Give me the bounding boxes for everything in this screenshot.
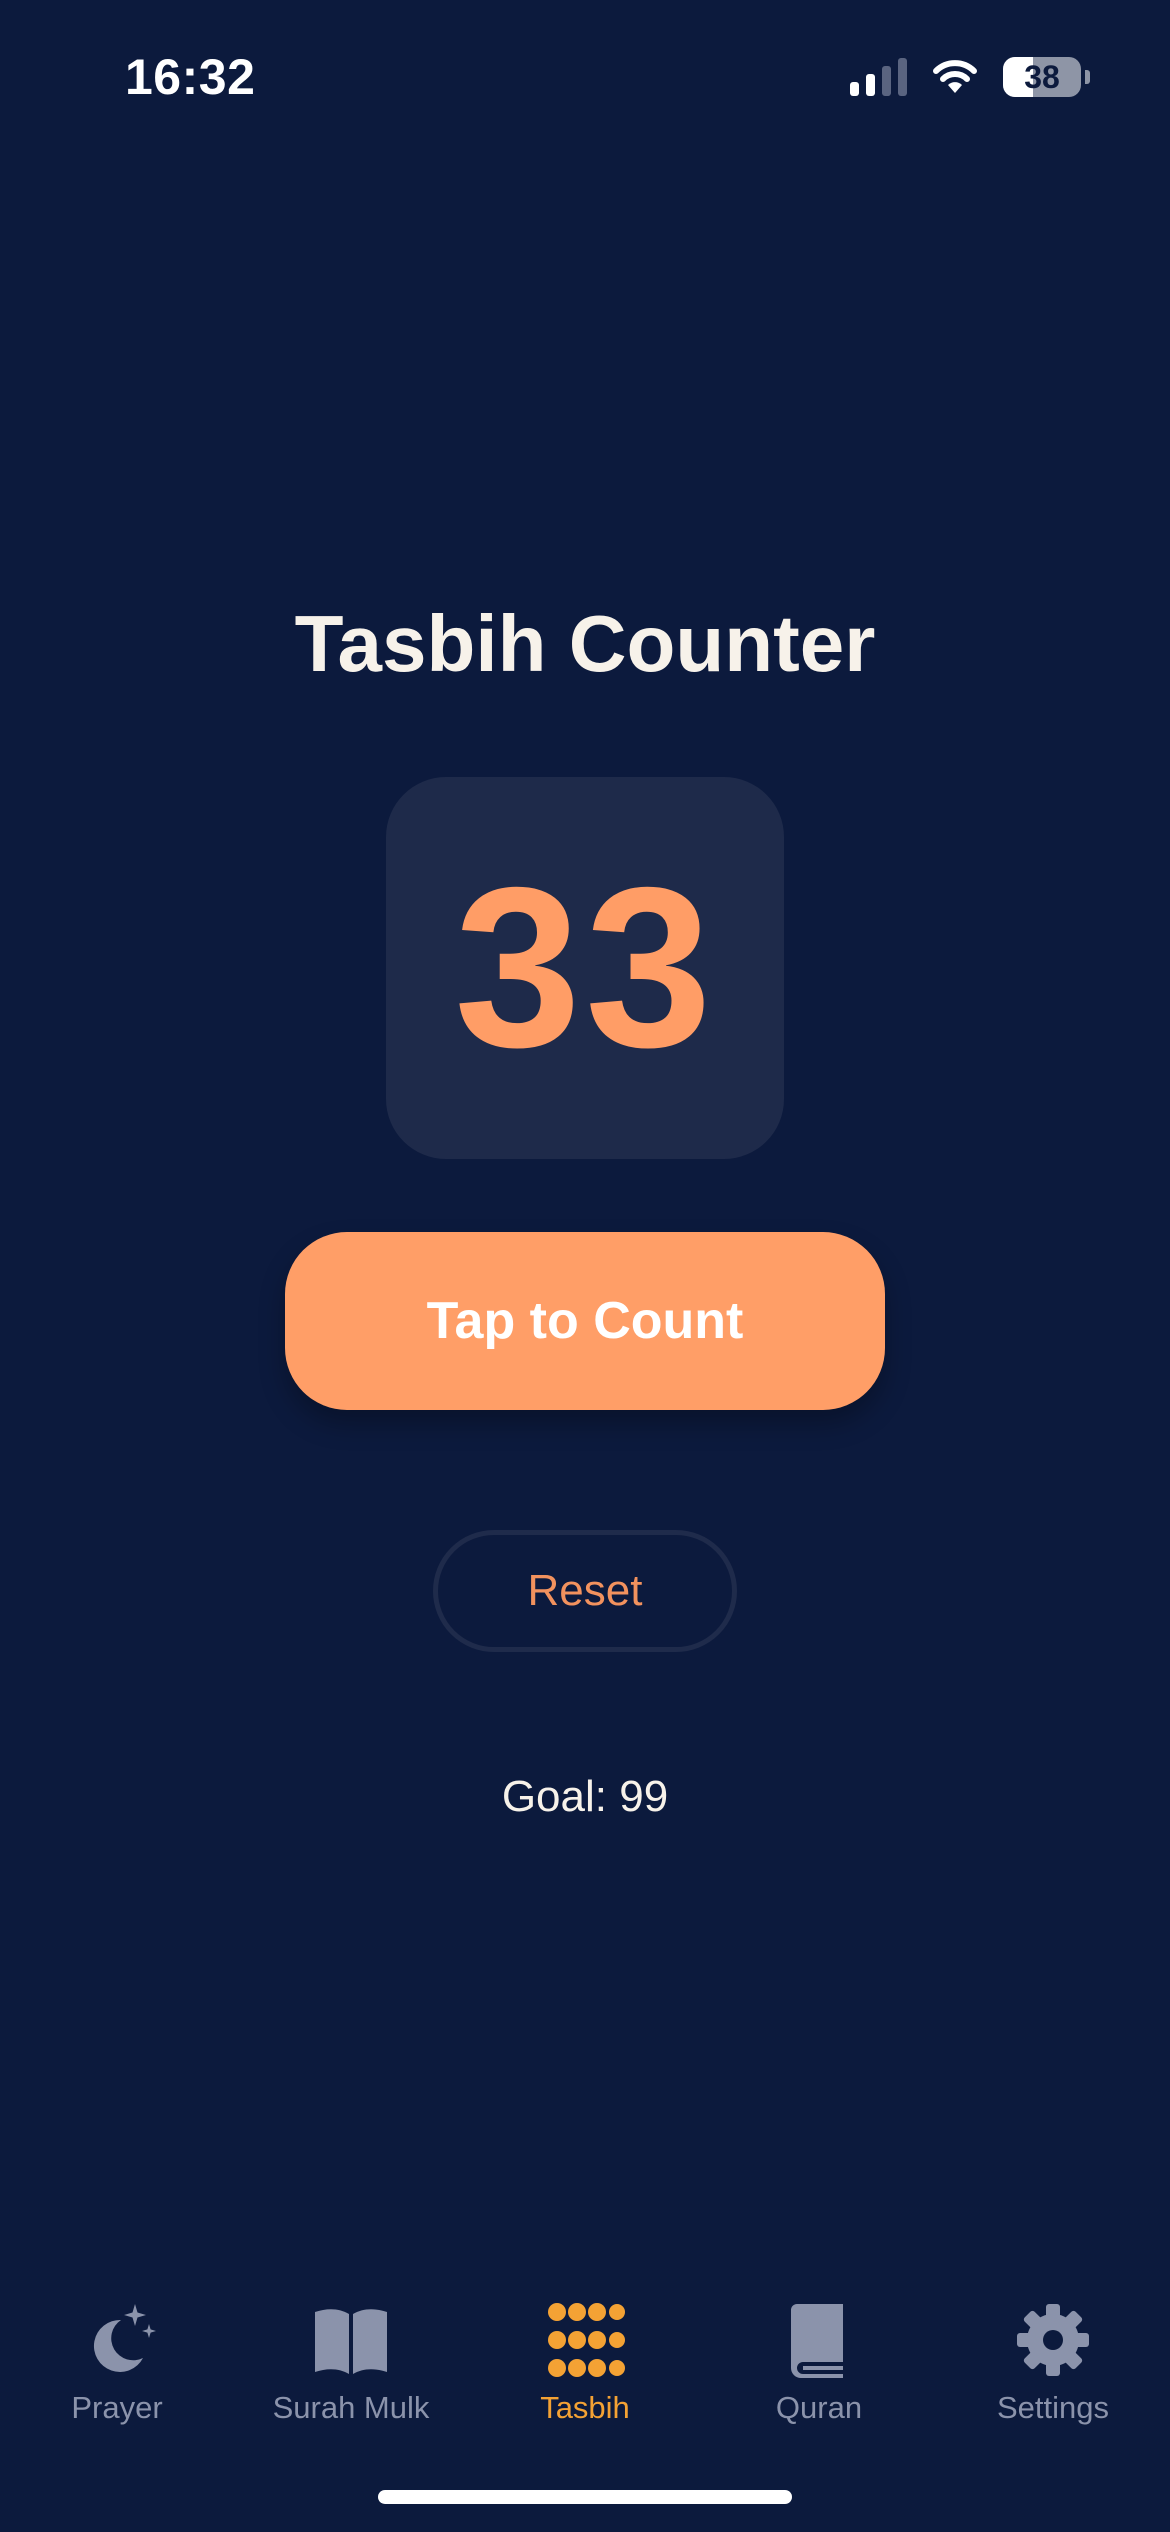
tab-settings[interactable]: Settings [936,2290,1170,2440]
tab-label: Settings [996,2390,1109,2425]
closed-book-icon [791,2304,843,2378]
counter-display: 33 [386,777,784,1159]
tasbih-screen: 16:32 38 Tasbih Counter 33 Tap to Count … [0,0,1170,2532]
counter-value: 33 [454,841,716,1095]
tab-label: Tasbih [540,2390,630,2425]
page-title: Tasbih Counter [294,599,876,688]
gear-icon [1017,2304,1089,2376]
reset-button[interactable]: Reset [433,1530,737,1652]
status-time: 16:32 [125,49,256,105]
goal-text: Goal: 99 [501,1772,669,1821]
battery-cap [1085,70,1090,84]
tab-label: Prayer [71,2390,163,2425]
status-icons: 38 [850,52,1090,102]
tab-quran[interactable]: Quran [702,2290,936,2440]
battery-level: 38 [1024,58,1060,95]
tab-prayer[interactable]: Prayer [0,2290,234,2440]
tap-to-count-button[interactable]: Tap to Count [285,1232,885,1410]
tab-surah-mulk[interactable]: Surah Mulk [234,2290,468,2440]
wifi-icon [933,60,977,93]
moon-stars-icon [93,2304,156,2372]
cellular-signal-icon [850,58,907,96]
tab-label: Quran [775,2390,863,2425]
tab-label: Surah Mulk [272,2390,430,2425]
dot-grid-icon [548,2303,625,2377]
battery-icon: 38 [1003,57,1081,97]
tab-bar: Prayer Surah Mulk Tasbih Quran Settings [0,2290,1170,2440]
open-book-icon [315,2309,387,2374]
home-indicator[interactable] [378,2490,792,2504]
tab-tasbih[interactable]: Tasbih [468,2290,702,2440]
